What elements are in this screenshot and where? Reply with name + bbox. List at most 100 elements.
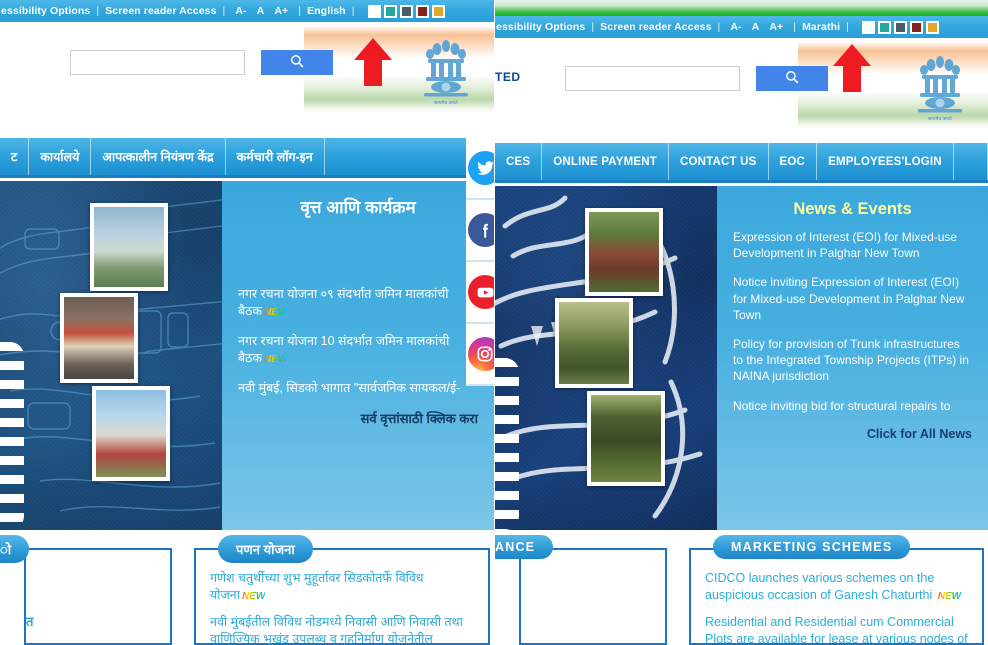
marathi-site-panel: essibility Options | Screen reader Acces…	[0, 0, 494, 645]
separator: |	[96, 5, 100, 17]
social-link-instagram[interactable]	[466, 324, 494, 386]
banner-photo-2	[60, 293, 138, 383]
scheme-item[interactable]: CIDCO launches various schemes on the au…	[705, 570, 968, 604]
twitter-icon	[468, 151, 494, 185]
content-area-marathi: वृत्त आणि कार्यक्रम नगर रचना योजना ०९ सं…	[0, 181, 494, 530]
search-area-english	[565, 66, 828, 91]
marketing-schemes-box: MARKETING SCHEMES CIDCO launches various…	[689, 535, 984, 645]
separator: |	[298, 5, 302, 17]
theme-swatch-teal[interactable]	[383, 4, 397, 18]
header-band-marathi: सत्यमेव जयते	[0, 22, 494, 114]
separator: |	[717, 21, 721, 33]
theme-swatch-slate[interactable]	[893, 20, 907, 34]
scheme-item[interactable]: नवी मुंबईतील विविध नोडमध्ये निवासी आणि न…	[210, 614, 474, 645]
font-decrease-button[interactable]: A-	[230, 5, 251, 17]
language-toggle-link[interactable]: Marathi	[801, 21, 841, 33]
emblem-caption: सत्यमेव जयते	[928, 116, 952, 121]
font-increase-button[interactable]: A+	[269, 5, 293, 17]
finance-pill-label[interactable]: ANCE	[495, 535, 554, 559]
banner-photo-3	[92, 386, 170, 481]
font-increase-button[interactable]: A+	[764, 21, 788, 33]
accessibility-options-link[interactable]: essibility Options	[0, 5, 91, 17]
scheme-item-text: CIDCO launches various schemes on the au…	[705, 571, 935, 602]
all-news-link[interactable]: सर्व वृत्तांसाठी क्लिक करा	[238, 409, 478, 427]
news-panel-title: News & Events	[793, 200, 912, 218]
new-badge: NEW	[241, 590, 266, 602]
separator: |	[591, 21, 595, 33]
search-button[interactable]	[261, 50, 333, 75]
new-badge: NEW	[264, 353, 288, 365]
nav-item-contact-us[interactable]: CONTACT US	[669, 143, 769, 180]
news-item[interactable]: नवी मुंबई, सिडको भागात "सार्वजनिक सायकल/…	[238, 380, 478, 397]
news-item[interactable]: Notice inviting Expression of Interest (…	[733, 274, 972, 323]
hero-banner-english	[495, 186, 717, 530]
theme-swatches	[367, 4, 445, 18]
india-emblem-icon: सत्यमेव जयते	[912, 52, 968, 122]
theme-swatch-default[interactable]	[861, 20, 875, 34]
finance-cut-text: त	[26, 614, 34, 629]
content-area-english: News & Events Expression of Interest (EO…	[495, 186, 988, 530]
theme-swatch-gold[interactable]	[431, 4, 445, 18]
news-item[interactable]: नगर रचना योजना ०९ संदर्भात जमिन मालकांची…	[238, 286, 478, 320]
social-link-twitter[interactable]	[466, 138, 494, 200]
separator: |	[351, 5, 355, 17]
marketing-schemes-pill-label[interactable]: पणन योजना	[218, 535, 313, 563]
separator: |	[222, 5, 226, 17]
scheme-item[interactable]: Residential and Residential cum Commerci…	[705, 614, 968, 645]
banner-photo-3	[587, 391, 665, 486]
theme-swatches	[861, 20, 939, 34]
news-item[interactable]: Policy for provision of Trunk infrastruc…	[733, 336, 972, 385]
emblem-caption: सत्यमेव जयते	[434, 100, 458, 105]
social-link-facebook[interactable]	[466, 200, 494, 262]
marketing-schemes-pill-label[interactable]: MARKETING SCHEMES	[713, 535, 911, 559]
news-item[interactable]: नगर रचना योजना 10 संदर्भात जमिन मालकांची…	[238, 333, 478, 367]
theme-swatch-maroon[interactable]	[909, 20, 923, 34]
banner-photo-2	[555, 298, 633, 388]
nav-item-employee-login[interactable]: कर्मचारी लॉग-इन	[226, 138, 325, 175]
finance-box: ो त	[0, 535, 172, 645]
accessibility-options-link[interactable]: essibility Options	[495, 21, 586, 33]
font-decrease-button[interactable]: A-	[725, 21, 746, 33]
font-normal-button[interactable]: A	[252, 5, 270, 17]
lower-section-marathi: ो त पणन योजना गणेश चतुर्थीच्या शुभ मुहूर…	[0, 530, 494, 645]
nav-item-eoc[interactable]: EOC	[769, 143, 818, 180]
scheme-item[interactable]: गणेश चतुर्थीच्या शुभ मुहूर्तावर सिडकोतर्…	[210, 570, 474, 604]
social-link-youtube[interactable]	[466, 262, 494, 324]
news-item[interactable]: Expression of Interest (EOI) for Mixed-u…	[733, 229, 972, 261]
nav-item-services[interactable]: CES	[495, 143, 543, 180]
theme-swatch-slate[interactable]	[399, 4, 413, 18]
theme-swatch-gold[interactable]	[925, 20, 939, 34]
facebook-icon	[468, 213, 494, 247]
instagram-icon	[468, 337, 494, 371]
news-item-text: नवी मुंबई, सिडको भागात "सार्वजनिक सायकल/…	[238, 380, 461, 395]
news-events-panel-english: News & Events Expression of Interest (EO…	[717, 186, 988, 530]
nav-item-online-payment[interactable]: ONLINE PAYMENT	[542, 143, 670, 180]
theme-swatch-maroon[interactable]	[415, 4, 429, 18]
all-news-link[interactable]: Click for All News	[733, 427, 972, 441]
main-nav-marathi: ट कार्यालये आपत्कालीन नियंत्रण केंद्र कर…	[0, 138, 494, 178]
new-badge: NEW	[264, 306, 288, 318]
theme-swatch-teal[interactable]	[877, 20, 891, 34]
language-toggle-link[interactable]: English	[306, 5, 347, 17]
search-input[interactable]	[565, 66, 740, 91]
film-sprocket-decoration	[0, 341, 24, 530]
font-normal-button[interactable]: A	[747, 21, 765, 33]
theme-swatch-default[interactable]	[367, 4, 381, 18]
accessibility-bar-marathi: essibility Options | Screen reader Acces…	[0, 0, 494, 22]
search-input[interactable]	[70, 50, 245, 75]
finance-pill-label[interactable]: ो	[0, 535, 30, 563]
screen-reader-access-link[interactable]: Screen reader Access	[599, 21, 712, 33]
news-list: नगर रचना योजना ०९ संदर्भात जमिन मालकांची…	[238, 286, 478, 427]
nav-item-offices[interactable]: कार्यालये	[29, 138, 92, 175]
news-item[interactable]: Notice inviting bid for structural repai…	[733, 398, 972, 414]
main-nav-english: CES ONLINE PAYMENT CONTACT US EOC EMPLOY…	[495, 143, 988, 183]
search-icon	[290, 54, 304, 71]
english-site-panel: essibility Options | Screen reader Acces…	[494, 0, 988, 645]
finance-box: ANCE	[495, 535, 667, 645]
nav-item-employees-login[interactable]: EMPLOYEES'LOGIN	[817, 143, 954, 180]
screen-reader-access-link[interactable]: Screen reader Access	[104, 5, 217, 17]
nav-item-0[interactable]: ट	[0, 138, 30, 175]
nav-item-emergency-control-centre[interactable]: आपत्कालीन नियंत्रण केंद्र	[91, 138, 226, 175]
search-area-marathi	[70, 50, 333, 75]
search-button[interactable]	[756, 66, 828, 91]
